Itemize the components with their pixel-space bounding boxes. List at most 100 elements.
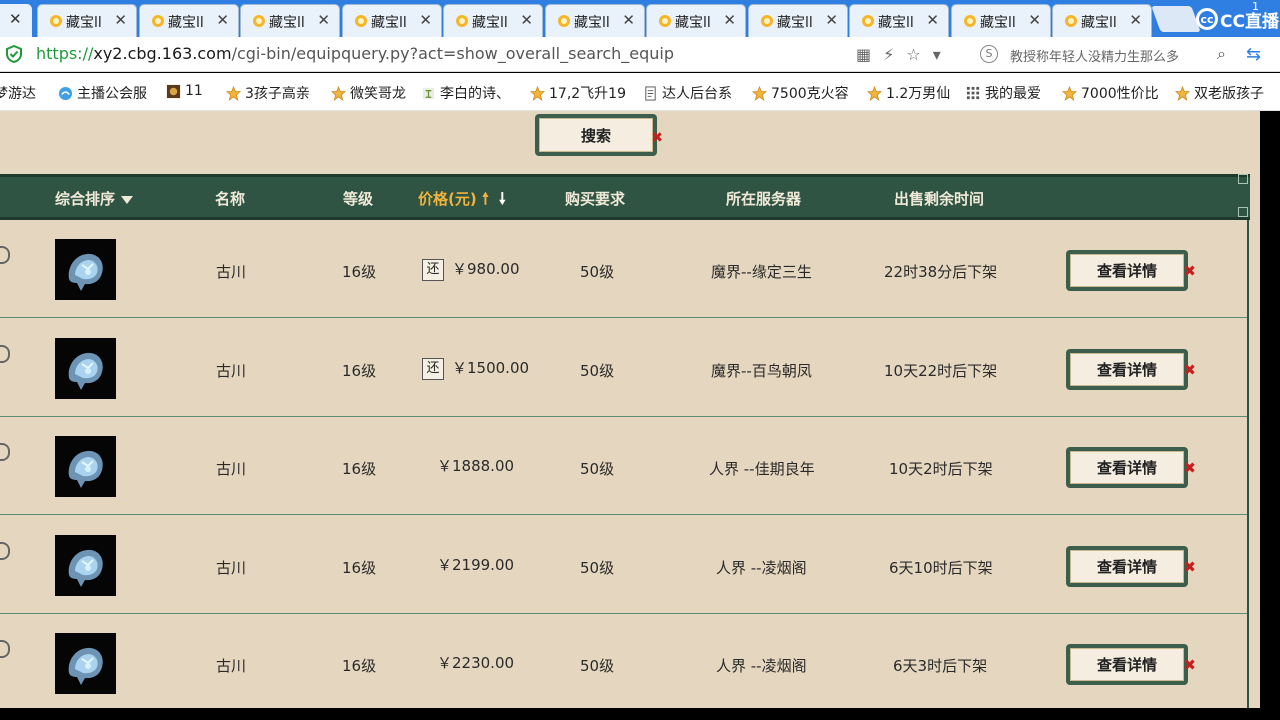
cbg-favicon-icon — [558, 15, 570, 27]
star-bookmark-icon — [530, 85, 545, 101]
bookmark-label: 双老版孩子 — [1194, 86, 1264, 102]
sort-header[interactable]: 综合排序 — [55, 188, 134, 209]
close-icon[interactable]: ✕ — [622, 11, 635, 29]
corner-number: 1 — [1252, 0, 1259, 13]
view-details-button[interactable]: 查看详情 ✖ — [1066, 349, 1196, 390]
item-server: 魔界--百鸟朝凤 — [711, 362, 812, 380]
leaf-decoration-icon — [0, 443, 10, 461]
cbg-favicon-icon — [253, 15, 265, 27]
price-header[interactable]: 价格(元) 🠕 🠗 — [418, 188, 506, 215]
item-name[interactable]: 古川 — [216, 458, 246, 479]
close-icon[interactable]: ✕ — [926, 11, 939, 29]
browser-tab[interactable]: 藏宝ll ✕ — [849, 4, 949, 37]
extension-icon[interactable]: ⇆ — [1246, 44, 1261, 65]
view-details-button[interactable]: 查看详情 ✖ — [1066, 250, 1196, 291]
tab-title: 藏宝ll — [472, 15, 508, 31]
browser-tab[interactable]: 藏宝ll ✕ — [545, 4, 645, 37]
search-button[interactable]: 搜索 ✖ — [535, 114, 663, 156]
level-header: 等级 — [343, 190, 374, 208]
new-tab-button[interactable] — [1151, 6, 1201, 32]
item-time-left: 6天3时后下架 — [893, 657, 988, 675]
url-field[interactable]: https://xy2.cbg.163.com/cgi-bin/equipque… — [36, 44, 674, 63]
browser-tab[interactable]: 藏宝ll ✕ — [342, 4, 442, 37]
cbg-favicon-icon — [50, 15, 62, 27]
browser-tab[interactable]: 藏宝ll ✕ — [951, 4, 1051, 37]
close-icon[interactable]: ✕ — [9, 10, 22, 28]
search-icon[interactable]: ⌕ — [1217, 44, 1226, 64]
bookmark-item[interactable]: 7000性价比 — [1062, 83, 1159, 103]
frame-corner-icon — [1238, 207, 1248, 217]
view-details-label: 查看详情 — [1070, 353, 1184, 386]
search-box[interactable]: S 教授称年轻人没精力生那么多 ⌕ — [978, 41, 1230, 68]
browser-tab[interactable]: 藏宝ll ✕ — [748, 4, 848, 37]
bookmark-item[interactable]: 李白的诗、 — [421, 83, 510, 103]
search-engine-icon[interactable]: S — [980, 45, 998, 63]
sort-header-label: 综合排序 — [55, 190, 116, 208]
cbg-favicon-icon — [761, 15, 773, 27]
view-details-button[interactable]: 查看详情 ✖ — [1066, 644, 1196, 685]
game-bookmark-icon — [166, 84, 181, 98]
browser-tab[interactable]: 藏宝ll ✕ — [139, 4, 239, 37]
browser-tab[interactable]: 藏宝ll ✕ — [37, 4, 137, 37]
equipment-thumbnail[interactable] — [55, 436, 116, 497]
star-icon[interactable]: ☆ — [906, 45, 920, 64]
close-icon[interactable]: ✕ — [723, 11, 736, 29]
arrow-up-icon[interactable]: 🠕 — [482, 189, 489, 208]
browser-tab[interactable]: 藏宝ll ✕ — [646, 4, 746, 37]
bookmark-item[interactable]: 11 — [166, 83, 203, 99]
arrow-down-icon[interactable]: 🠗 — [499, 189, 506, 208]
bookmark-item[interactable]: 双老版孩子 — [1175, 83, 1264, 103]
equipment-thumbnail[interactable] — [55, 239, 116, 300]
lightning-icon[interactable]: ⚡ — [883, 45, 894, 64]
bookmark-item[interactable]: 达人后台系 — [643, 83, 732, 103]
bookmark-item[interactable]: 7500克火容 — [752, 83, 849, 103]
item-name[interactable]: 古川 — [216, 261, 246, 282]
item-level: 16级 — [342, 657, 377, 675]
equipment-thumbnail[interactable] — [55, 338, 116, 399]
table-row: 古川 16级 ￥2199.00 50级 人界 --凌烟阁 6天10时后下架 查看详情 ✖ — [0, 516, 1248, 614]
poem-bookmark-icon — [422, 87, 435, 99]
item-time-left: 6天10时后下架 — [889, 559, 993, 577]
table-row: 古川 16级 还 ￥1500.00 50级 魔界--百鸟朝凤 10天22时后下架 查看详情 ✖ — [0, 319, 1248, 417]
bookmark-label: 达人后台系 — [662, 86, 732, 102]
item-price-value: ￥1888.00 — [437, 457, 515, 475]
browser-tab[interactable]: 藏宝ll ✕ — [1052, 4, 1152, 37]
item-name[interactable]: 古川 — [216, 360, 246, 381]
bookmark-item[interactable]: 主播公会服 — [58, 83, 147, 103]
bookmark-item[interactable]: 微笑哥龙 — [331, 83, 406, 103]
view-details-button[interactable]: 查看详情 ✖ — [1066, 447, 1196, 488]
bookmark-item[interactable]: 我的最爱 — [966, 83, 1041, 103]
item-level: 16级 — [342, 559, 377, 577]
item-name[interactable]: 古川 — [216, 557, 246, 578]
qr-code-icon[interactable]: ▦ — [856, 45, 871, 64]
close-icon[interactable]: ✕ — [520, 11, 533, 29]
close-icon[interactable]: ✕ — [825, 11, 838, 29]
bookmark-item[interactable]: 3孩子高亲 — [226, 83, 310, 103]
cbg-favicon-icon — [964, 15, 976, 27]
shield-icon — [6, 45, 22, 63]
search-button-label: 搜索 — [539, 118, 653, 152]
browser-tab[interactable]: 藏宝ll ✕ — [240, 4, 340, 37]
bookmark-item[interactable]: 17,2飞升19 — [530, 83, 626, 103]
view-details-button[interactable]: 查看详情 ✖ — [1066, 546, 1196, 587]
cbg-favicon-icon — [152, 15, 164, 27]
ribbon-icon: ✖ — [1183, 656, 1196, 674]
bookmark-label: 李白的诗、 — [440, 86, 510, 102]
close-icon[interactable]: ✕ — [317, 11, 330, 29]
bookmark-item[interactable]: 1.2万男仙 — [867, 83, 950, 103]
screen: ✕ 藏宝ll ✕ 藏宝ll ✕ 藏宝ll ✕ 藏宝ll ✕ 藏宝ll ✕ 藏宝ll ✕ 藏宝ll ✕ 藏宝l… — [0, 0, 1280, 720]
dropdown-icon[interactable]: ▾ — [933, 45, 941, 64]
equipment-thumbnail[interactable] — [55, 535, 116, 596]
tab-partial[interactable]: ✕ — [0, 4, 32, 37]
bookmark-item[interactable]: 梦游达 — [0, 83, 36, 103]
item-name[interactable]: 古川 — [216, 655, 246, 676]
address-bar: https://xy2.cbg.163.com/cgi-bin/equipque… — [0, 37, 1280, 72]
browser-tab[interactable]: 藏宝ll ✕ — [443, 4, 543, 37]
close-icon[interactable]: ✕ — [1028, 11, 1041, 29]
close-icon[interactable]: ✕ — [1129, 11, 1142, 29]
close-icon[interactable]: ✕ — [419, 11, 432, 29]
equipment-thumbnail[interactable] — [55, 633, 116, 694]
close-icon[interactable]: ✕ — [216, 11, 229, 29]
close-icon[interactable]: ✕ — [114, 11, 127, 29]
requirement-header: 购买要求 — [565, 190, 626, 208]
